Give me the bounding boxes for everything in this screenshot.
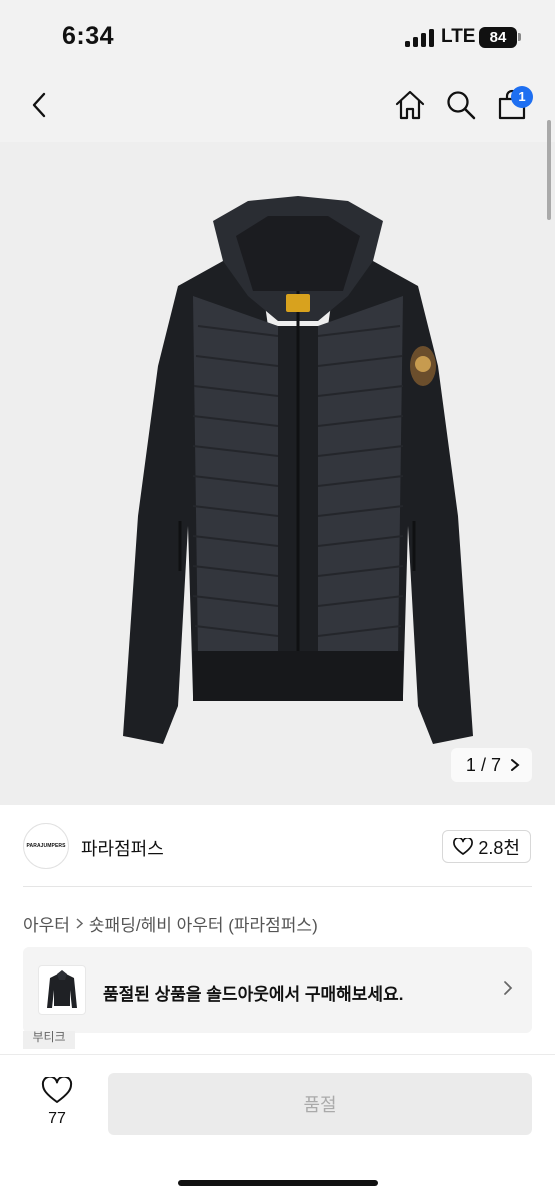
breadcrumb: 아우터 숏패딩/헤비 아우터 (파라점퍼스) [23,911,318,936]
shop-name[interactable]: 파라점퍼스 [81,835,164,861]
image-counter[interactable]: 1 / 7 [450,748,532,782]
promo-text: 품절된 상품을 솔드아웃에서 구매해보세요. [103,985,404,1004]
status-bar: 6:34 LTE 84 [0,0,555,70]
home-indicator [178,1180,378,1186]
brand-logo[interactable]: PARAJUMPERS [23,823,69,869]
breadcrumb-level-1[interactable]: 아우터 [23,911,70,936]
wishlist-count: 77 [48,1110,66,1127]
soldout-promo-banner[interactable]: 품절된 상품을 솔드아웃에서 구매해보세요. [23,947,532,1033]
search-icon[interactable] [441,85,481,125]
shop-like-count: 2.8천 [478,837,520,858]
battery-tip [518,33,521,41]
status-time: 6:34 [62,22,115,50]
battery-icon: 84 [479,27,517,48]
image-counter-text: 1 / 7 [465,754,501,775]
signal-icon [405,29,435,47]
chevron-right-icon [76,918,84,929]
divider [23,886,532,887]
chevron-right-icon [504,981,513,995]
chevron-right-icon [511,759,520,771]
soldout-button[interactable]: 품절 [108,1073,532,1135]
top-nav [0,70,555,142]
breadcrumb-level-2[interactable]: 숏패딩/헤비 아우터 (파라점퍼스) [89,911,318,936]
promo-thumbnail [38,965,86,1015]
heart-icon [453,837,474,855]
heart-icon [41,1075,73,1103]
brand-logo-text: PARAJUMPERS [26,843,66,849]
network-label: LTE [441,26,476,47]
boutique-tag: 부티크 [23,1031,75,1049]
cart-count-badge: 1 [511,86,533,108]
shop-row[interactable]: PARAJUMPERS 파라점퍼스 2.8천 [0,820,555,886]
shop-like-button[interactable]: 2.8천 [442,830,531,863]
home-icon[interactable] [390,85,430,125]
battery-level: 84 [489,29,507,46]
product-image-gallery[interactable]: 1 / 7 [0,142,555,805]
back-icon[interactable] [20,85,60,125]
product-jacket-image [123,196,473,744]
wishlist-button[interactable]: 77 [37,1075,77,1128]
scrollbar[interactable] [547,120,551,220]
bottom-action-bar: 77 품절 [0,1054,555,1200]
